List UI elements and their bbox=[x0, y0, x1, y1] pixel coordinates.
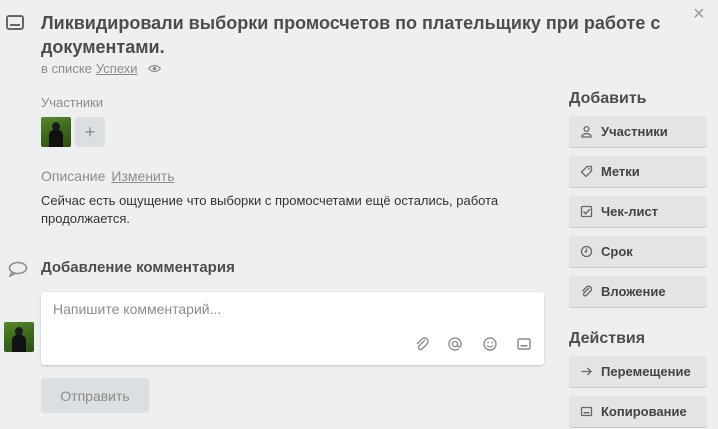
close-icon[interactable]: × bbox=[693, 4, 705, 24]
card-icon bbox=[6, 15, 24, 30]
eye-icon[interactable] bbox=[147, 64, 161, 73]
clock-icon bbox=[580, 245, 593, 258]
comment-icon bbox=[8, 261, 28, 277]
add-due-date-label: Срок bbox=[601, 244, 633, 259]
copy-button[interactable]: Копирование bbox=[569, 396, 707, 427]
member-avatar[interactable] bbox=[41, 117, 71, 147]
add-members-label: Участники bbox=[601, 124, 668, 139]
add-attachment-button[interactable]: Вложение bbox=[569, 276, 707, 307]
paperclip-icon[interactable] bbox=[414, 336, 430, 352]
comment-input[interactable] bbox=[51, 300, 535, 318]
current-user-avatar bbox=[4, 322, 34, 352]
list-location: в списке Успехи bbox=[41, 61, 161, 76]
card-title[interactable]: Ликвидировали выборки промосчетов по пла… bbox=[41, 11, 661, 59]
add-attachment-label: Вложение bbox=[601, 284, 666, 299]
members-label: Участники bbox=[41, 95, 104, 110]
move-label: Перемещение bbox=[601, 364, 691, 379]
send-comment-button[interactable]: Отправить bbox=[41, 378, 149, 413]
card-icon bbox=[580, 406, 593, 417]
tag-icon bbox=[580, 165, 593, 178]
edit-description-link[interactable]: Изменить bbox=[111, 168, 174, 184]
description-header: Описание Изменить bbox=[41, 168, 175, 184]
move-button[interactable]: Перемещение bbox=[569, 356, 707, 387]
comment-box bbox=[41, 292, 544, 365]
description-text[interactable]: Сейчас есть ощущение что выборки с промо… bbox=[41, 192, 551, 228]
checklist-icon bbox=[580, 205, 593, 218]
person-icon bbox=[581, 125, 592, 138]
add-labels-label: Метки bbox=[601, 164, 640, 179]
in-list-prefix: в списке bbox=[41, 61, 92, 76]
list-link[interactable]: Успехи bbox=[96, 61, 138, 76]
add-labels-button[interactable]: Метки bbox=[569, 156, 707, 187]
at-icon[interactable] bbox=[447, 336, 463, 352]
add-member-button[interactable]: + bbox=[75, 117, 105, 147]
add-members-button[interactable]: Участники bbox=[569, 116, 707, 147]
add-checklist-button[interactable]: Чек-лист bbox=[569, 196, 707, 227]
arrow-right-icon bbox=[581, 367, 592, 376]
add-due-date-button[interactable]: Срок bbox=[569, 236, 707, 267]
copy-label: Копирование bbox=[601, 404, 687, 419]
add-heading: Добавить bbox=[569, 90, 647, 107]
card-icon[interactable] bbox=[516, 336, 532, 352]
description-label: Описание bbox=[41, 168, 106, 184]
add-checklist-label: Чек-лист bbox=[601, 204, 659, 219]
actions-heading: Действия bbox=[569, 330, 646, 347]
paperclip-icon bbox=[581, 285, 593, 297]
comment-heading: Добавление комментария bbox=[41, 259, 235, 276]
emoji-icon[interactable] bbox=[482, 336, 498, 352]
